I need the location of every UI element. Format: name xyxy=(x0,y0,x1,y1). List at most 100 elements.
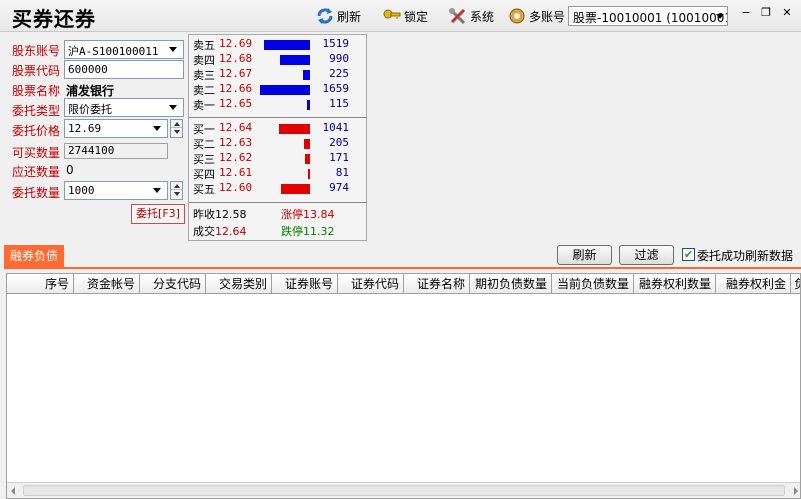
price-up-button[interactable] xyxy=(171,120,182,128)
sell-volume-bar xyxy=(260,85,310,95)
lock-key-icon xyxy=(382,7,402,25)
quote-divider xyxy=(189,202,366,203)
buy-volume-bar xyxy=(279,124,310,134)
restore-button[interactable]: ❐ xyxy=(758,7,774,21)
lock-toolbar-label: 锁定 xyxy=(404,9,429,24)
qty-down-button[interactable] xyxy=(171,190,182,198)
sell-level-label: 卖二 xyxy=(193,84,215,97)
tab-short-liability[interactable]: 融券负债 xyxy=(4,245,64,267)
qty-spinner[interactable] xyxy=(170,181,183,200)
sell-volume-bar xyxy=(307,100,310,110)
order-price-value: 12.69 xyxy=(68,122,102,135)
order-type-select[interactable]: 限价委托 xyxy=(64,98,184,117)
checkmark-icon: ✔ xyxy=(683,248,694,261)
buy-level-row[interactable]: 买一 12.64 1041 xyxy=(193,121,363,136)
table-column-header[interactable]: 证券账号 xyxy=(272,274,338,294)
sell-level-row[interactable]: 卖二 12.66 1659 xyxy=(193,82,363,97)
table-column-header[interactable]: 资金帐号 xyxy=(74,274,140,294)
table-column-header[interactable]: 融券权利数量 xyxy=(634,274,716,294)
sell-level-label: 卖三 xyxy=(193,69,215,82)
table-column-header[interactable]: 期初负债数量 xyxy=(470,274,552,294)
scrollbar-thumb[interactable] xyxy=(23,485,785,496)
sell-level-row[interactable]: 卖四 12.68 990 xyxy=(193,52,363,67)
price-spinner[interactable] xyxy=(170,119,183,138)
table-column-header[interactable]: 分支代码 xyxy=(140,274,206,294)
horizontal-scrollbar[interactable] xyxy=(7,482,800,498)
auto-refresh-checkbox[interactable]: ✔ xyxy=(682,248,695,261)
grid-refresh-button[interactable]: 刷新 xyxy=(557,245,612,265)
buy-level-volume: 1041 xyxy=(322,121,350,134)
scroll-right-icon[interactable] xyxy=(794,487,798,495)
buyable-qty-field: 2744100 xyxy=(64,143,168,159)
table-column-header[interactable]: 融券权利金 xyxy=(716,274,791,294)
account-select[interactable]: 股票-10010001 (10010001) xyxy=(568,6,728,26)
buy-volume-bar xyxy=(304,139,310,149)
price-down-button[interactable] xyxy=(171,128,182,136)
table-column-header[interactable]: 交易类别 xyxy=(206,274,272,294)
buy-level-row[interactable]: 买五 12.60 974 xyxy=(193,181,363,196)
system-toolbar-button[interactable]: 系统 xyxy=(448,6,494,26)
stock-code-label: 股票代码 xyxy=(12,64,61,78)
sell-level-label: 卖一 xyxy=(193,99,215,112)
sell-level-label: 卖四 xyxy=(193,54,215,67)
chevron-down-icon xyxy=(169,105,177,110)
sell-level-price: 12.67 xyxy=(219,67,253,80)
refresh-toolbar-label: 刷新 xyxy=(337,9,362,24)
sell-level-row[interactable]: 卖三 12.67 225 xyxy=(193,67,363,82)
tab-underline xyxy=(4,267,801,269)
buy-level-label: 买二 xyxy=(193,138,215,151)
buy-level-row[interactable]: 买四 12.61 81 xyxy=(193,166,363,181)
scroll-left-icon[interactable] xyxy=(11,487,15,495)
chevron-down-icon xyxy=(716,14,724,19)
buy-level-volume: 171 xyxy=(329,151,349,164)
refresh-toolbar-button[interactable]: 刷新 xyxy=(315,6,361,26)
buy-level-row[interactable]: 买三 12.62 171 xyxy=(193,151,363,166)
sell-level-label: 卖五 xyxy=(193,39,215,52)
filter-button[interactable]: 过滤 xyxy=(619,245,674,265)
order-price-input[interactable]: 12.69 xyxy=(64,119,168,138)
lock-toolbar-button[interactable]: 锁定 xyxy=(382,6,428,26)
table-header: 序号 资金帐号 分支代码 交易类别 证券账号 证券代码 证券名称 期初负债数量 当前负债数量 融券… xyxy=(7,274,800,294)
sell-level-volume: 1659 xyxy=(322,82,350,95)
sell-volume-bar xyxy=(303,70,310,80)
submit-order-button[interactable]: 委托[F3] xyxy=(131,204,185,224)
buy-level-label: 买五 xyxy=(193,183,215,196)
chevron-down-icon xyxy=(169,47,177,52)
buy-level-price: 12.60 xyxy=(219,181,253,194)
system-toolbar-label: 系统 xyxy=(470,9,495,24)
buy-level-row[interactable]: 买二 12.63 205 xyxy=(193,136,363,151)
last-price-value: 12.64 xyxy=(215,225,247,238)
buy-level-volume: 205 xyxy=(329,136,349,149)
table-column-header[interactable]: 负 xyxy=(791,274,800,294)
account-select-value: 股票-10010001 (10010001) xyxy=(573,11,728,25)
minimize-button[interactable]: − xyxy=(738,7,754,21)
arrow-up-icon xyxy=(174,184,180,188)
stock-name-label: 股票名称 xyxy=(12,84,61,98)
buy-level-price: 12.64 xyxy=(219,121,253,134)
sell-level-row[interactable]: 卖五 12.69 1519 xyxy=(193,37,363,52)
buy-volume-bar xyxy=(308,169,310,179)
table-column-header[interactable]: 序号 xyxy=(7,274,74,294)
shareholder-label: 股东账号 xyxy=(12,44,61,58)
buyable-qty-label: 可买数量 xyxy=(12,146,61,160)
sell-level-price: 12.68 xyxy=(219,52,253,65)
order-qty-input[interactable]: 1000 xyxy=(64,181,168,200)
table-column-header[interactable]: 当前负债数量 xyxy=(552,274,634,294)
multi-account-toolbar-label: 多账号 xyxy=(529,9,566,24)
stock-code-input[interactable]: 600000 xyxy=(64,60,184,79)
liability-table: 序号 资金帐号 分支代码 交易类别 证券账号 证券代码 证券名称 期初负债数量 当前负债数量 融券… xyxy=(6,273,801,499)
multi-account-toolbar-button[interactable]: 多账号 xyxy=(507,6,565,26)
sell-level-volume: 1519 xyxy=(322,37,350,50)
sell-level-price: 12.69 xyxy=(219,37,253,50)
buy-level-price: 12.62 xyxy=(219,151,253,164)
limit-down-value: 11.32 xyxy=(303,225,335,238)
close-button[interactable]: ✕ xyxy=(779,7,795,21)
table-column-header[interactable]: 证券名称 xyxy=(404,274,470,294)
sell-level-row[interactable]: 卖一 12.65 115 xyxy=(193,97,363,112)
qty-up-button[interactable] xyxy=(171,182,182,190)
shareholder-select[interactable]: 沪A-S100100011 xyxy=(64,40,184,59)
sell-level-price: 12.66 xyxy=(219,82,253,95)
order-type-value: 限价委托 xyxy=(68,103,112,116)
repay-qty-value: 0 xyxy=(66,163,74,177)
table-column-header[interactable]: 证券代码 xyxy=(338,274,404,294)
